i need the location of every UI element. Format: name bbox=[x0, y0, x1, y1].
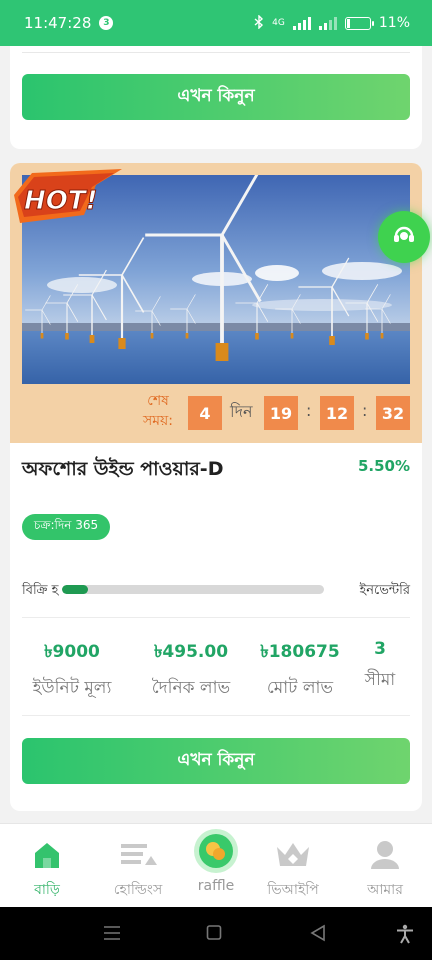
nav-label: হোল্ডিংস bbox=[113, 882, 163, 898]
bottom-nav: বাড়ি হোল্ডিংস raffle ভিআইপি আমার bbox=[0, 823, 432, 907]
product-hero: HOT! শেষ সময়: 4 দিন 19 : 12 : 32 bbox=[10, 163, 422, 443]
holdings-icon bbox=[119, 839, 157, 873]
product-card: HOT! শেষ সময়: 4 দিন 19 : 12 : 32 অফশোর … bbox=[10, 163, 422, 811]
nav-home[interactable]: বাড়ি bbox=[4, 824, 90, 908]
stat-limit: 3 সীমা bbox=[356, 639, 404, 695]
status-bar: 11:47:28 3 4G 11% bbox=[0, 0, 432, 46]
nav-label: বাড়ি bbox=[34, 882, 60, 898]
divider bbox=[22, 52, 410, 53]
countdown-days-unit: দিন bbox=[230, 402, 253, 421]
hot-badge-text: HOT! bbox=[24, 186, 97, 216]
stat-daily-profit: ৳495.00 দৈনিক লাভ bbox=[138, 639, 244, 703]
cycle-badge: চক্র:দিন 365 bbox=[22, 514, 111, 540]
sold-progress-bar bbox=[62, 585, 324, 594]
divider bbox=[22, 617, 410, 618]
nav-label: আমার bbox=[367, 882, 403, 898]
stat-value: 3 bbox=[374, 639, 386, 659]
stat-label: দৈনিক লাভ bbox=[151, 678, 231, 698]
menu-icon[interactable] bbox=[103, 924, 121, 946]
countdown-timer: শেষ সময়: 4 দিন 19 : 12 : 32 bbox=[10, 389, 422, 437]
stat-label: সীমা bbox=[364, 670, 396, 690]
countdown-seconds: 32 bbox=[376, 396, 410, 430]
signal-icon-2 bbox=[318, 16, 337, 30]
signal-icon bbox=[292, 16, 311, 30]
buy-now-button-top[interactable]: এখন কিনুন bbox=[22, 74, 410, 120]
inventory-label: ইনভেন্টরি bbox=[359, 583, 410, 598]
stat-value: ৳495.00 bbox=[153, 642, 229, 662]
nav-raffle[interactable]: raffle bbox=[173, 824, 259, 908]
status-left: 11:47:28 3 bbox=[24, 14, 114, 32]
nav-label: ভিআইপি bbox=[267, 882, 319, 898]
hot-badge: HOT! bbox=[10, 165, 130, 227]
divider bbox=[22, 715, 410, 716]
sold-label: বিক্রি হ bbox=[22, 583, 59, 598]
stat-total-profit: ৳180675 মোট লাভ bbox=[252, 639, 348, 703]
battery-level: 11% bbox=[378, 15, 410, 31]
countdown-hours: 19 bbox=[264, 396, 298, 430]
system-nav-bar bbox=[0, 907, 432, 960]
nav-holdings[interactable]: হোল্ডিংস bbox=[95, 824, 181, 908]
nav-label: raffle bbox=[197, 878, 235, 894]
stat-unit-price: ৳9000 ইউনিট মূল্য bbox=[24, 639, 120, 703]
user-icon bbox=[369, 839, 401, 875]
sold-progress-fill bbox=[62, 585, 89, 594]
countdown-days: 4 bbox=[188, 396, 222, 430]
countdown-label: শেষ সময়: bbox=[143, 393, 173, 429]
customer-service-button[interactable] bbox=[378, 211, 430, 263]
nav-mine[interactable]: আমার bbox=[342, 824, 428, 908]
network-type: 4G bbox=[272, 18, 285, 28]
status-time: 11:47:28 bbox=[24, 14, 92, 32]
product-rate: 5.50% bbox=[357, 457, 410, 475]
countdown-separator: : bbox=[306, 401, 312, 420]
bluetooth-icon bbox=[254, 13, 264, 32]
headset-icon bbox=[391, 222, 417, 252]
crown-icon bbox=[275, 839, 311, 873]
countdown-separator: : bbox=[362, 401, 368, 420]
buy-now-button[interactable]: এখন কিনুন bbox=[22, 738, 410, 784]
stat-value: ৳9000 bbox=[44, 642, 100, 662]
previous-product-card: এখন কিনুন bbox=[10, 46, 422, 149]
notification-count-badge: 3 bbox=[99, 16, 114, 30]
product-title: অফশোর উইন্ড পাওয়ার-D bbox=[22, 458, 224, 480]
accessibility-icon[interactable] bbox=[396, 924, 414, 948]
stat-label: মোট লাভ bbox=[266, 678, 334, 698]
home-icon bbox=[31, 839, 63, 875]
nav-vip[interactable]: ভিআইপি bbox=[250, 824, 336, 908]
stat-value: ৳180675 bbox=[260, 642, 340, 662]
stat-label: ইউনিট মূল্য bbox=[32, 678, 112, 698]
countdown-minutes: 12 bbox=[320, 396, 354, 430]
status-right: 4G 11% bbox=[254, 13, 410, 32]
raffle-icon bbox=[193, 828, 239, 878]
home-button-icon[interactable] bbox=[206, 924, 222, 946]
back-icon[interactable] bbox=[310, 924, 326, 946]
battery-icon bbox=[344, 16, 374, 30]
